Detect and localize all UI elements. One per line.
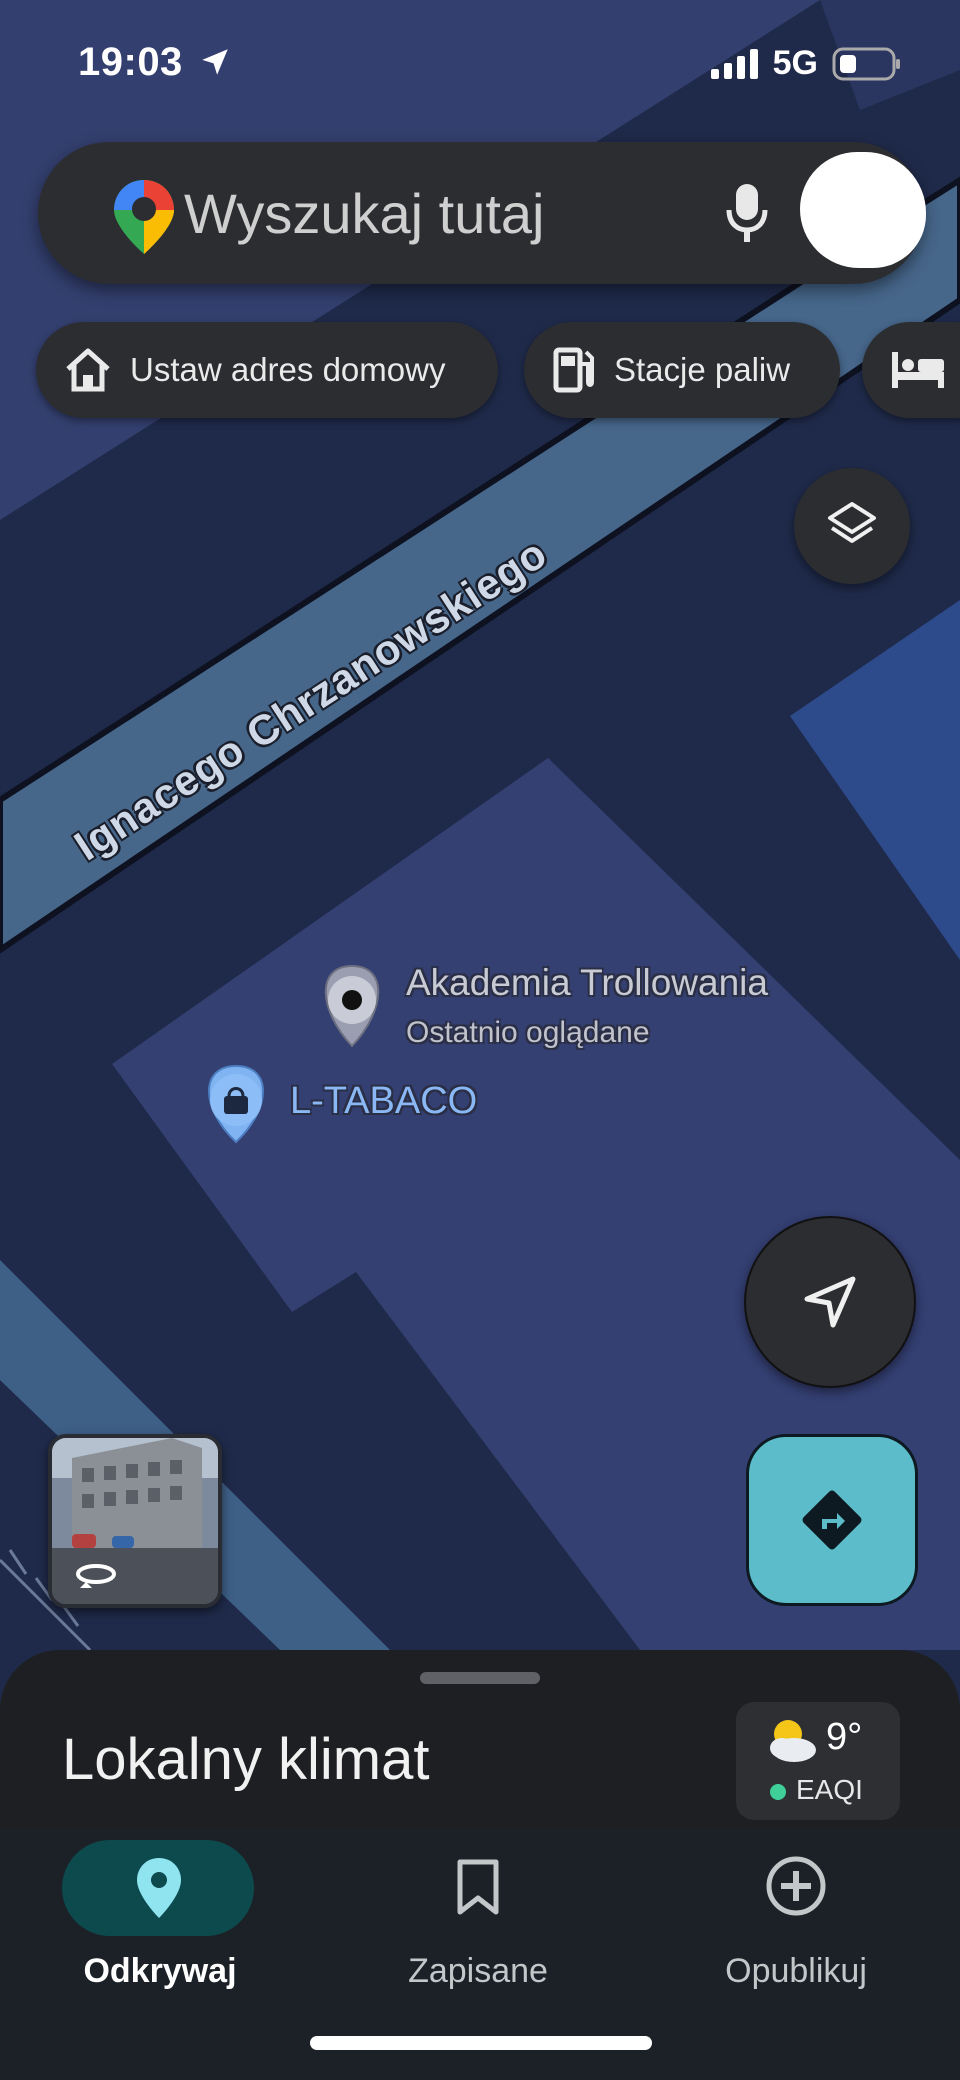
directions-button[interactable]	[746, 1434, 918, 1606]
chip-label: Stacje paliw	[614, 351, 791, 388]
place-name-akademia[interactable]: Akademia Trollowania	[406, 962, 768, 1004]
street-view-image	[52, 1438, 218, 1604]
aqi-status-dot	[770, 1784, 786, 1800]
status-indicators: 5G	[710, 44, 902, 83]
chip-hotels[interactable]	[862, 322, 960, 418]
microphone-icon[interactable]	[724, 182, 770, 244]
sheet-drag-handle[interactable]	[420, 1672, 540, 1684]
chip-label: Ustaw adres domowy	[130, 351, 446, 388]
search-bar[interactable]	[38, 142, 924, 284]
sheet-title: Lokalny klimat	[62, 1727, 430, 1792]
avatar[interactable]	[800, 152, 926, 268]
directions-icon	[802, 1490, 862, 1550]
fuel-icon	[553, 347, 594, 393]
nav-contribute[interactable]: Opublikuj	[636, 1828, 956, 2028]
chip-set-home[interactable]: Ustaw adres domowy	[36, 322, 498, 418]
hotel-bed-icon	[892, 352, 944, 388]
navigation-arrow-icon	[804, 1276, 856, 1328]
network-type: 5G	[772, 44, 818, 82]
weather-temperature: 9°	[826, 1716, 863, 1758]
status-time: 19:03	[78, 40, 232, 85]
nav-label: Zapisane	[408, 1952, 548, 1990]
place-name-ltabaco[interactable]: L-TABACO	[290, 1080, 477, 1123]
battery-icon	[832, 47, 900, 80]
my-location-button[interactable]	[744, 1216, 916, 1388]
home-icon	[66, 348, 110, 392]
google-maps-pin-icon	[114, 180, 174, 254]
nav-label: Opublikuj	[725, 1952, 867, 1990]
home-indicator[interactable]	[310, 2036, 652, 2050]
nav-label: Odkrywaj	[83, 1952, 237, 1990]
nav-saved[interactable]: Zapisane	[318, 1828, 638, 2028]
location-pin-icon	[137, 1858, 181, 1918]
place-subtitle: Ostatnio oglądane	[406, 1016, 650, 1049]
layers-icon	[828, 502, 876, 543]
partly-cloudy-icon	[770, 1720, 816, 1762]
layers-button[interactable]	[794, 468, 910, 584]
weather-card[interactable]: 9° EAQI	[736, 1702, 900, 1820]
nav-explore[interactable]: Odkrywaj	[0, 1828, 320, 2028]
bookmark-icon	[457, 1859, 499, 1915]
chip-gas-stations[interactable]: Stacje paliw	[524, 322, 840, 418]
search-input[interactable]	[182, 180, 706, 246]
aqi-label: EAQI	[796, 1774, 863, 1805]
add-circle-icon	[766, 1856, 826, 1916]
signal-icon	[710, 48, 758, 79]
street-view-thumbnail[interactable]	[48, 1434, 222, 1608]
location-arrow-icon	[202, 49, 229, 75]
